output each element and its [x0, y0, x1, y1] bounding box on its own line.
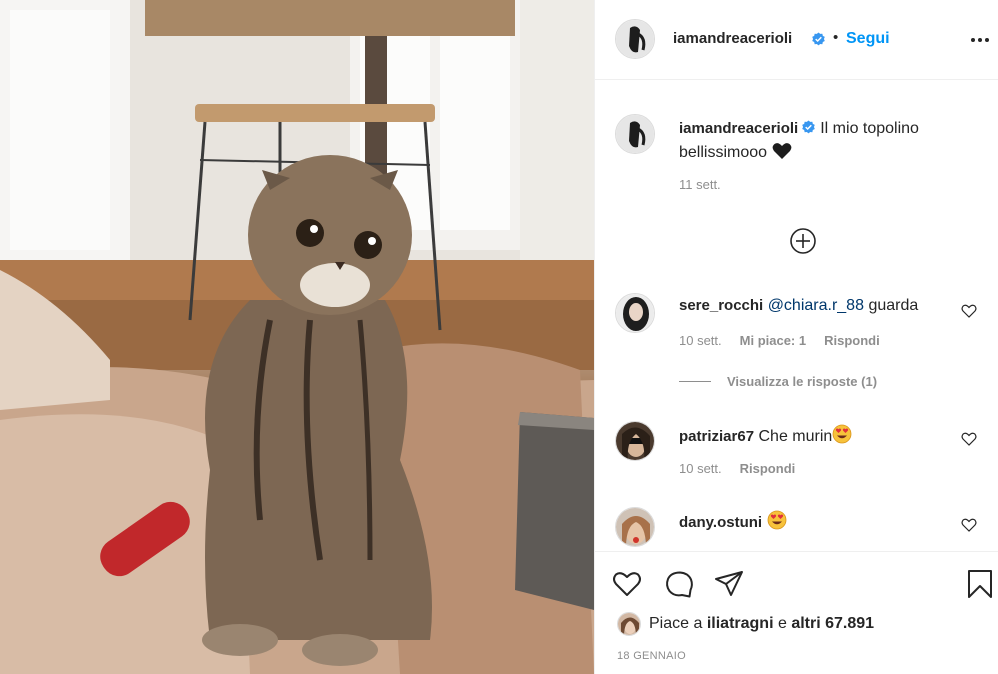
verified-badge-icon: [802, 120, 816, 134]
commenter-avatar[interactable]: [615, 421, 655, 461]
liker-username[interactable]: iliatragni: [707, 615, 774, 633]
comment-text: Che murin: [758, 428, 833, 445]
heart-icon[interactable]: [961, 517, 977, 533]
reply-button[interactable]: Rispondi: [824, 333, 880, 348]
bookmark-icon[interactable]: [964, 568, 996, 600]
post-date[interactable]: 18 GENNAIO: [617, 650, 686, 662]
post-photo[interactable]: [0, 0, 594, 674]
comment-likes-count[interactable]: Mi piace: 1: [740, 333, 806, 348]
reply-button[interactable]: Rispondi: [740, 461, 796, 476]
more-options-icon[interactable]: [965, 30, 995, 50]
replies-divider: [679, 381, 711, 382]
comment-icon[interactable]: [663, 568, 695, 600]
cat-photo-image: [0, 0, 594, 674]
comment-username[interactable]: dany.ostuni: [679, 514, 762, 531]
comment-username[interactable]: sere_rocchi: [679, 297, 763, 314]
share-icon[interactable]: [713, 568, 745, 600]
heart-icon[interactable]: [961, 431, 977, 447]
comment-body: sere_rocchi @chiara.r_88 guarda: [679, 296, 949, 316]
view-replies-label: Visualizza le risposte (1): [727, 374, 878, 389]
verified-badge-icon: [812, 32, 825, 46]
caption-text: iamandreacerioli Il mio topolino bellissi…: [679, 117, 979, 165]
heart-icon[interactable]: [611, 568, 643, 600]
likes-count-button[interactable]: altri 67.891: [791, 615, 874, 633]
likes-summary: Piace a iliatragni e altri 67.891: [617, 612, 874, 636]
black-heart-emoji: [772, 143, 791, 159]
heart-eyes-emoji: [767, 510, 786, 530]
add-comment-circle-icon[interactable]: [788, 226, 818, 256]
comments-section[interactable]: iamandreacerioli Il mio topolino bellissi…: [595, 81, 998, 551]
comment-body: patriziar67 Che murin: [679, 424, 949, 447]
follow-button[interactable]: Segui: [846, 30, 890, 48]
likes-conjunction: e: [777, 615, 787, 632]
comment-mention[interactable]: @chiara.r_88: [768, 297, 864, 314]
comment-time[interactable]: 10 sett.: [679, 333, 722, 348]
view-replies-button[interactable]: Visualizza le risposte (1): [679, 374, 877, 389]
liker-avatar[interactable]: [617, 612, 641, 636]
caption-avatar[interactable]: [615, 114, 655, 154]
commenter-avatar[interactable]: [615, 293, 655, 333]
comment-text: guarda: [868, 297, 919, 314]
likes-prefix: Piace a: [649, 615, 703, 632]
caption-time[interactable]: 11 sett.: [679, 177, 721, 192]
commenter-avatar[interactable]: [615, 507, 655, 547]
comment-meta: 10 sett. Rispondi: [679, 461, 795, 476]
post-actions: Piace a iliatragni e altri 67.891 18 GEN…: [595, 551, 998, 674]
caption-username[interactable]: iamandreacerioli: [679, 120, 798, 137]
heart-eyes-emoji: [832, 424, 852, 444]
heart-icon[interactable]: [961, 303, 977, 319]
comment-meta: 10 sett. Mi piace: 1 Rispondi: [679, 333, 880, 348]
comment-time[interactable]: 10 sett.: [679, 461, 722, 476]
author-avatar[interactable]: [615, 19, 655, 59]
post-header: iamandreacerioli • Segui: [595, 0, 998, 80]
comment-username[interactable]: patriziar67: [679, 428, 754, 445]
author-username[interactable]: iamandreacerioli: [673, 30, 792, 47]
comment-body: dany.ostuni: [679, 510, 949, 533]
separator-dot: •: [833, 29, 839, 46]
post-side-panel: iamandreacerioli • Segui iamandreaceriol…: [594, 0, 998, 674]
